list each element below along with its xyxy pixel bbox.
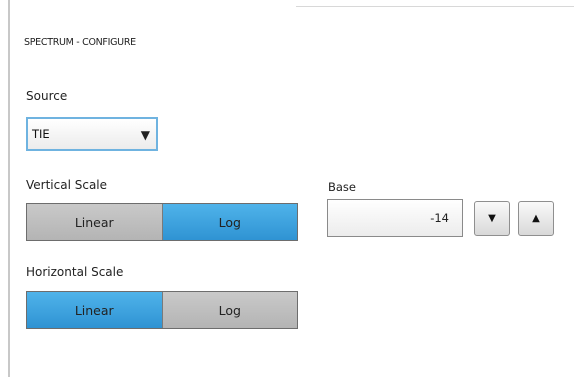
vertical-scale-log-button[interactable]: Log [161, 204, 297, 240]
source-select[interactable]: TIE ▼ [26, 117, 158, 151]
triangle-down-icon: ▼ [488, 213, 496, 224]
configure-panel: SPECTRUM - CONFIGURE Source TIE ▼ Vertic… [0, 0, 574, 377]
horizontal-scale-log-button[interactable]: Log [161, 292, 297, 328]
triangle-up-icon: ▲ [532, 213, 540, 224]
base-label: Base [328, 180, 357, 194]
top-strip [0, 0, 574, 10]
panel-title: SPECTRUM - CONFIGURE [24, 37, 136, 48]
panel-top-divider [296, 6, 574, 7]
horizontal-scale-label: Horizontal Scale [26, 265, 124, 279]
dropdown-triangle-icon: ▼ [140, 128, 150, 142]
horizontal-scale-linear-button[interactable]: Linear [27, 292, 162, 328]
base-value-field[interactable]: -14 [327, 199, 463, 237]
source-label: Source [26, 89, 68, 103]
panel-left-border [8, 0, 10, 377]
source-select-value: TIE [32, 127, 50, 141]
vertical-scale-toggle: Linear Log [26, 203, 298, 241]
base-increment-button[interactable]: ▲ [518, 201, 554, 236]
vertical-scale-label: Vertical Scale [26, 178, 108, 192]
base-decrement-button[interactable]: ▼ [474, 201, 510, 236]
horizontal-scale-toggle: Linear Log [26, 291, 298, 329]
vertical-scale-linear-button[interactable]: Linear [27, 204, 162, 240]
base-value: -14 [430, 211, 449, 225]
